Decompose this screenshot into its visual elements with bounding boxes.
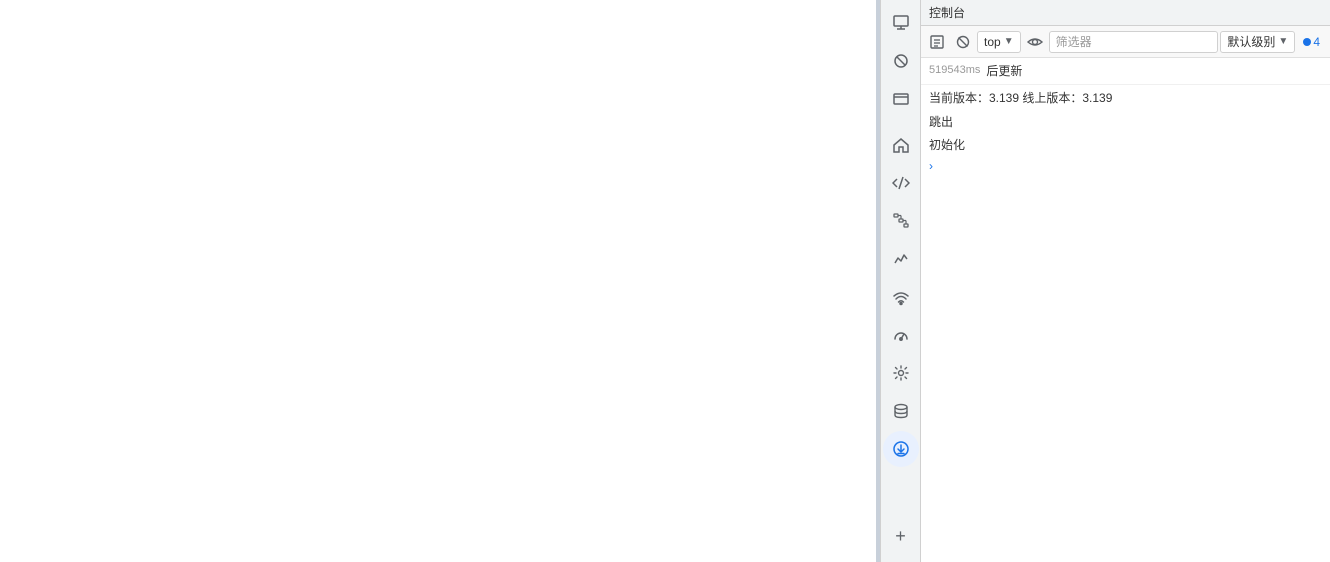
eye-button[interactable] — [1023, 30, 1047, 54]
console-version-entry: 当前版本：3.139 线上版本：3.139 — [921, 85, 1330, 111]
console-main: 控制台 top — [921, 0, 1330, 562]
console-titlebar: 控制台 — [921, 0, 1330, 26]
ban-icon[interactable] — [883, 43, 919, 79]
inspect-icon[interactable] — [883, 5, 919, 41]
performance-icon[interactable] — [883, 241, 919, 277]
wifi-icon[interactable] — [883, 279, 919, 315]
badge-number: 4 — [1313, 35, 1320, 49]
database-icon[interactable] — [883, 393, 919, 429]
level-caret-icon: ▼ — [1278, 36, 1288, 47]
add-panel-button[interactable]: + — [883, 518, 919, 554]
console-title: 控制台 — [929, 4, 965, 21]
main-browser-content — [0, 0, 876, 562]
home-icon[interactable] — [883, 127, 919, 163]
context-selector[interactable]: top ▼ — [977, 31, 1021, 53]
level-selector[interactable]: 默认级别 ▼ — [1220, 31, 1295, 53]
code-icon[interactable] — [883, 165, 919, 201]
arrow-icon: › — [929, 159, 933, 173]
console-version-text: 当前版本：3.139 线上版本：3.139 — [929, 91, 1112, 105]
download-icon[interactable] — [883, 431, 919, 467]
filter-input[interactable] — [1049, 31, 1219, 53]
console-entry: 519543ms 后更新 — [921, 58, 1330, 85]
console-init-entry: 初始化 — [921, 134, 1330, 157]
gauge-icon[interactable] — [883, 317, 919, 353]
console-log-text: 跳出 — [929, 115, 953, 129]
message-count-badge: 4 — [1297, 35, 1326, 49]
context-caret-icon: ▼ — [1004, 36, 1014, 47]
level-label: 默认级别 — [1227, 33, 1275, 50]
console-log-entry: 跳出 — [921, 111, 1330, 134]
console-content: 519543ms 后更新 当前版本：3.139 线上版本：3.139 跳出 初始… — [921, 58, 1330, 562]
settings-icon[interactable] — [883, 355, 919, 391]
network-icon[interactable] — [883, 203, 919, 239]
console-init-text: 初始化 — [929, 138, 965, 152]
console-expand-arrow[interactable]: › — [921, 157, 1330, 175]
context-label: top — [984, 35, 1001, 49]
devtools-panel: + 控制台 — [880, 0, 1330, 562]
frame-icon[interactable] — [883, 81, 919, 117]
console-timestamp: 519543ms — [929, 62, 980, 79]
devtools-sidebar: + — [881, 0, 921, 562]
console-toolbar: top ▼ 默认级别 ▼ 4 — [921, 26, 1330, 58]
clear-console-button[interactable] — [925, 30, 949, 54]
ban-button[interactable] — [951, 30, 975, 54]
console-message: 后更新 — [986, 62, 1022, 80]
badge-dot-icon — [1303, 38, 1311, 46]
